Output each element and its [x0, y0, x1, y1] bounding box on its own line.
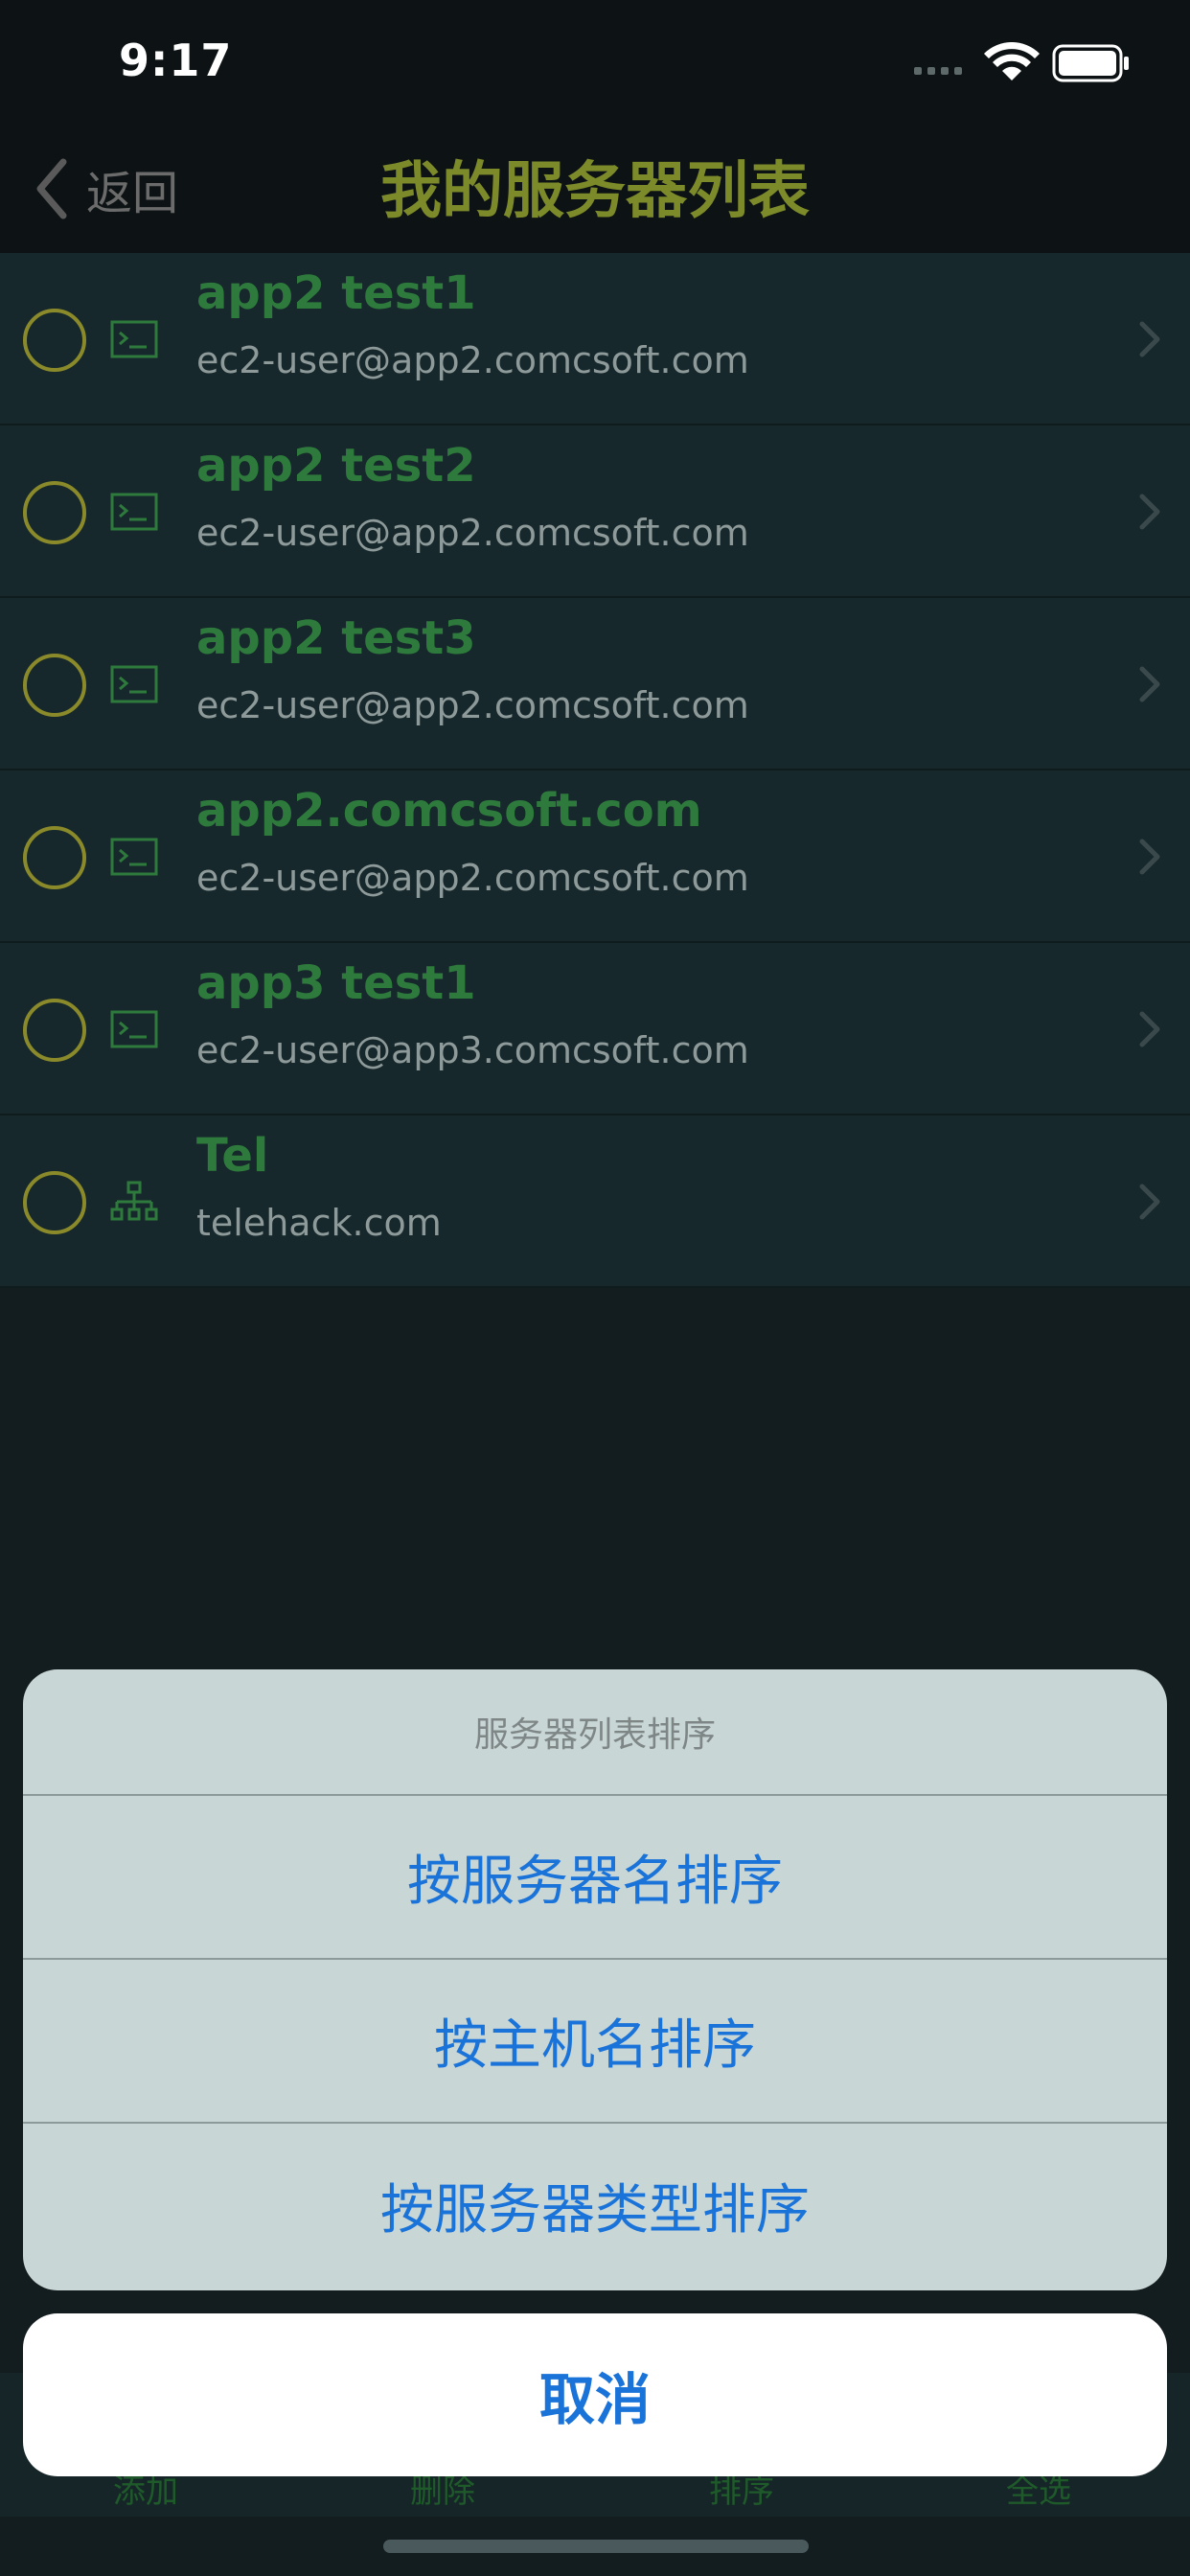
server-row[interactable]: app2.comcsoft.com ec2-user@app2.comcsoft… [0, 770, 1190, 943]
chevron-right-icon [1139, 839, 1160, 875]
server-row[interactable]: Tel telehack.com [0, 1116, 1190, 1288]
signal-icon [914, 67, 962, 75]
status-bar: 9:17 [0, 0, 1190, 126]
wifi-icon [984, 42, 1040, 80]
server-list: app2 test1 ec2-user@app2.comcsoft.com ap… [0, 253, 1190, 1288]
status-icons [914, 42, 1129, 82]
chevron-right-icon [1139, 1184, 1160, 1220]
status-time: 9:17 [119, 34, 233, 86]
battery-icon [1052, 44, 1129, 82]
terminal-icon [110, 1010, 158, 1048]
server-row[interactable]: app2 test3 ec2-user@app2.comcsoft.com [0, 598, 1190, 770]
server-host: ec2-user@app2.comcsoft.com [196, 339, 749, 381]
server-name: app2 test1 [196, 266, 476, 320]
server-host: telehack.com [196, 1202, 442, 1244]
home-indicator [383, 2540, 809, 2553]
server-row[interactable]: app2 test2 ec2-user@app2.comcsoft.com [0, 426, 1190, 598]
select-circle[interactable] [23, 654, 86, 717]
server-name: app3 test1 [196, 956, 476, 1010]
select-circle[interactable] [23, 1171, 86, 1234]
server-name: app2 test3 [196, 611, 476, 665]
chevron-right-icon [1139, 1011, 1160, 1047]
server-row[interactable]: app3 test1 ec2-user@app3.comcsoft.com [0, 943, 1190, 1116]
chevron-right-icon [1139, 494, 1160, 530]
server-host: ec2-user@app2.comcsoft.com [196, 512, 749, 554]
network-icon [110, 1181, 158, 1221]
sort-by-server-name-button[interactable]: 按服务器名排序 [23, 1796, 1167, 1960]
sort-action-sheet: 服务器列表排序 按服务器名排序 按主机名排序 按服务器类型排序 [23, 1669, 1167, 2290]
server-name: Tel [196, 1129, 269, 1183]
server-name: app2 test2 [196, 439, 476, 493]
server-name: app2.comcsoft.com [196, 784, 702, 838]
server-host: ec2-user@app2.comcsoft.com [196, 684, 749, 726]
terminal-icon [110, 838, 158, 876]
chevron-right-icon [1139, 321, 1160, 357]
chevron-right-icon [1139, 666, 1160, 702]
action-sheet-title: 服务器列表排序 [23, 1669, 1167, 1796]
select-circle[interactable] [23, 309, 86, 372]
select-circle[interactable] [23, 999, 86, 1062]
terminal-icon [110, 493, 158, 531]
server-host: ec2-user@app2.comcsoft.com [196, 857, 749, 899]
terminal-icon [110, 320, 158, 358]
cancel-button[interactable]: 取消 [23, 2313, 1167, 2476]
sort-by-server-type-button[interactable]: 按服务器类型排序 [23, 2124, 1167, 2288]
select-circle[interactable] [23, 826, 86, 889]
terminal-icon [110, 665, 158, 703]
nav-bar: 返回 我的服务器列表 [0, 126, 1190, 253]
select-circle[interactable] [23, 481, 86, 544]
sort-by-hostname-button[interactable]: 按主机名排序 [23, 1960, 1167, 2124]
page-title: 我的服务器列表 [380, 156, 810, 227]
server-row[interactable]: app2 test1 ec2-user@app2.comcsoft.com [0, 253, 1190, 426]
server-host: ec2-user@app3.comcsoft.com [196, 1029, 749, 1071]
